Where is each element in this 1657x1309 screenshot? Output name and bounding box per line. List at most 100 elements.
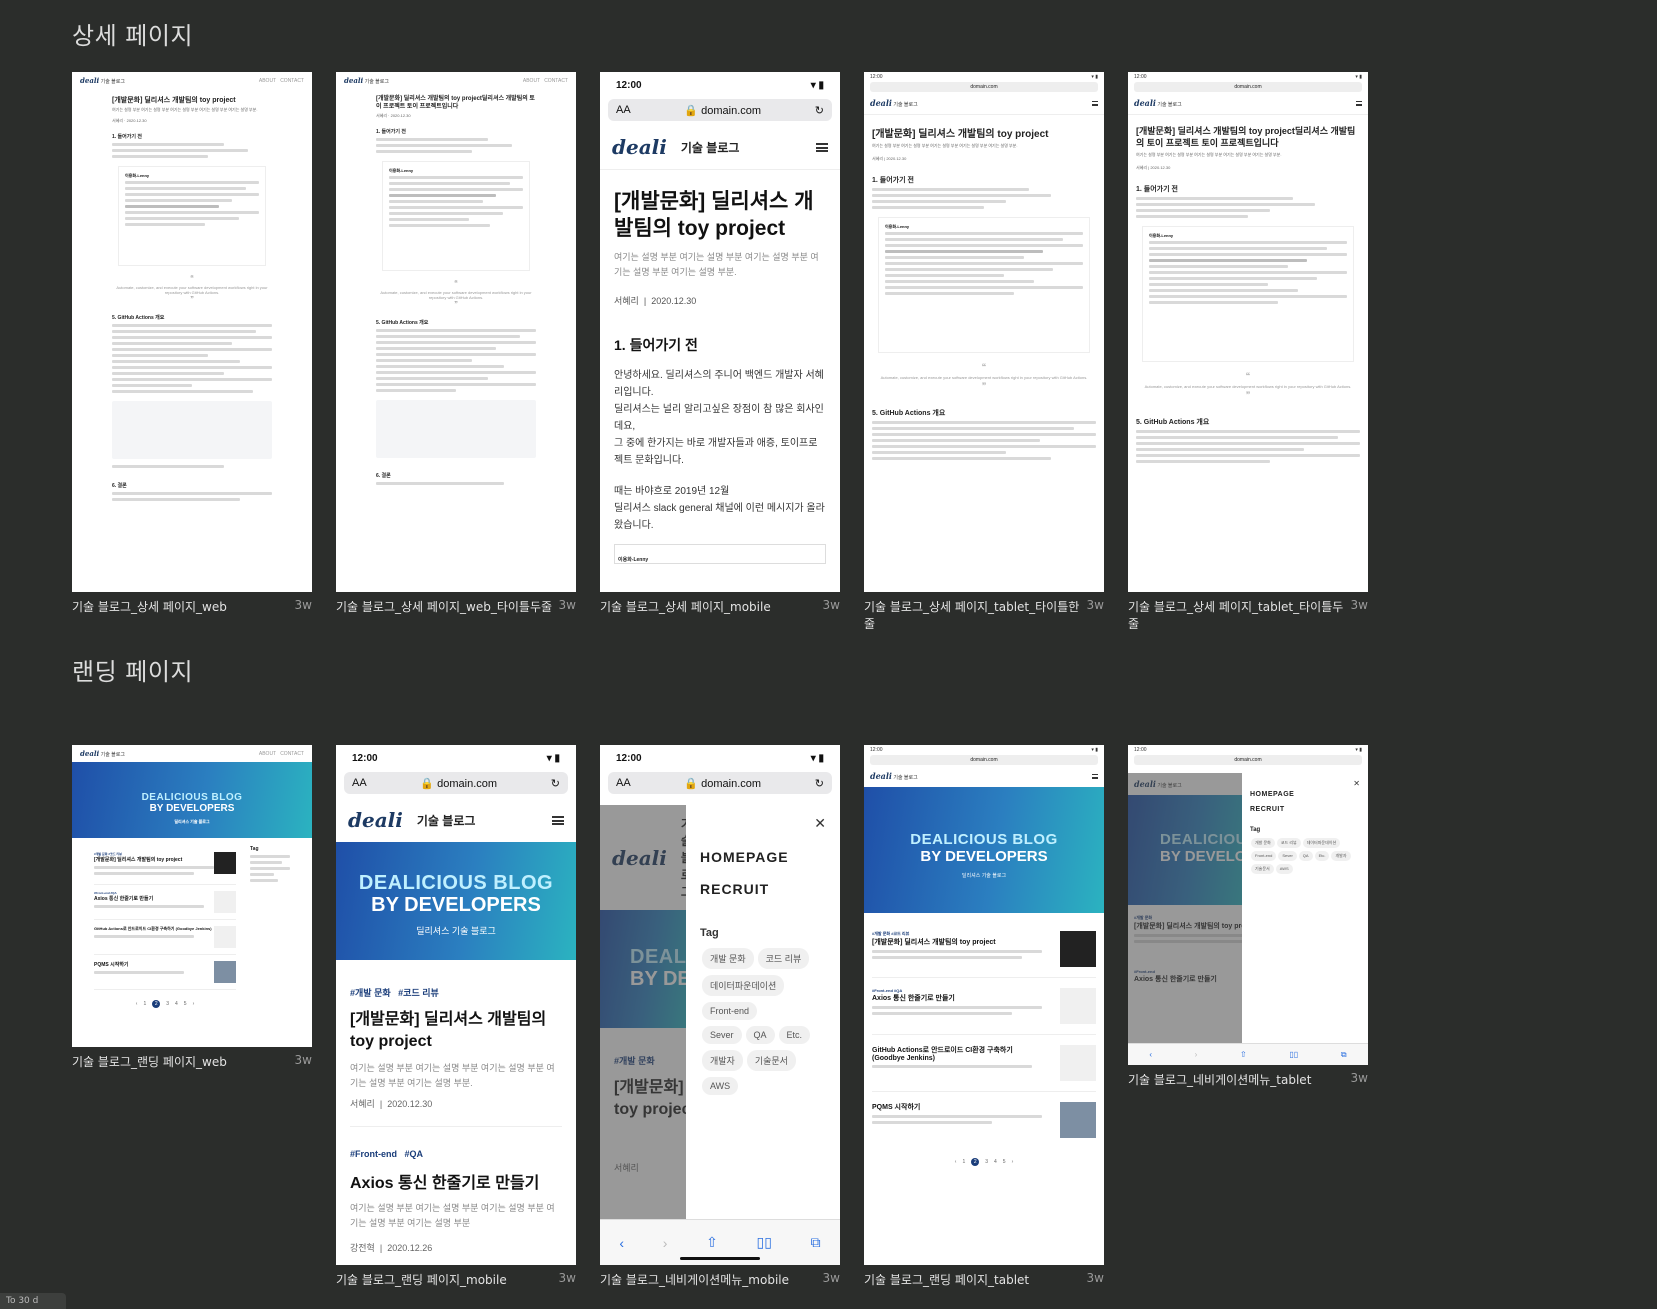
nav-recruit[interactable]: RECRUIT [1250,806,1360,813]
text-size-button[interactable]: AA [352,777,367,789]
post-thumbnail [214,852,236,874]
tag-chip[interactable]: QA [1298,851,1313,861]
post-title[interactable]: [개발문화] 딜리셔스 개발팀의 toy project [350,1009,562,1053]
close-icon[interactable]: ✕ [814,815,826,832]
text-size-button[interactable]: AA [616,777,631,789]
menu-icon[interactable] [552,815,564,825]
tabs-icon[interactable]: ⧉ [1341,1050,1347,1060]
tag-chip[interactable]: Front-end [702,1002,758,1020]
status-time: 12:00 [616,80,642,91]
frame-caption[interactable]: 기술 블로그_네비게이션메뉴_mobile 3w [600,1271,840,1288]
logo[interactable]: deali [348,808,403,832]
forward-icon[interactable]: › [663,1235,668,1251]
frame-caption[interactable]: 기술 블로그_상세 페이지_mobile 3w [600,598,840,615]
url-text: domain.com [437,777,498,790]
home-indicator [680,1257,760,1260]
blog-name: 기술 블로그 [893,775,918,781]
reload-icon[interactable]: ↻ [815,777,824,790]
nav-drawer: ✕ HOMEPAGE RECRUIT Tag 개발 문화 코드 리뷰 데이터파운데이… [1242,773,1368,1043]
menu-icon[interactable] [1092,773,1098,779]
frame-thumbnail[interactable]: 12:00▾ ▮ AA 🔒 domain.com ↻ deali기술 블로그 DEA… [600,745,840,1265]
pagination[interactable]: ‹ 1 2 3 4 5 › [94,1000,236,1008]
frame-thumbnail[interactable]: 12:00 ▾ ▮ AA 🔒 domain.com ↻ deali 기술 블로그 [개… [600,72,840,592]
bookmarks-icon[interactable]: ▯▯ [1289,1050,1298,1059]
tag-chip[interactable]: 개발자 [1331,851,1351,861]
post-item[interactable]: GitHub Actions로 안드로이드 CI환경 구축하기 (Goodbye… [872,1035,1096,1092]
frame-caption[interactable]: 기술 블로그_네비게이션메뉴_tablet 3w [1128,1071,1368,1088]
tag-chip[interactable]: 기술문서 [746,1050,796,1071]
tag-chip[interactable]: 코드 리뷰 [757,948,810,969]
post-tags[interactable]: #개발 문화 #코드 리뷰 [350,986,562,999]
nav-homepage[interactable]: HOMEPAGE [1250,791,1360,798]
url-bar[interactable]: AA 🔒 domain.com ↻ [344,772,568,794]
tag-chip[interactable]: Etc. [778,1026,811,1044]
text-size-button[interactable]: AA [616,104,631,116]
url-bar[interactable]: AA 🔒 domain.com ↻ [608,772,832,794]
frame-thumbnail[interactable]: deali 기술 블로그 ABOUT CONTACT [개발문화] 딜리셔스 개… [336,72,576,592]
post-desc: 여기는 설명 부분 여기는 설명 부분 여기는 설명 부분 여기는 설명 부분 … [350,1203,555,1228]
bottom-tab[interactable]: To 30 d [0,1293,66,1309]
section-heading: 5. GitHub Actions 개요 [872,410,946,417]
forward-icon[interactable]: › [1195,1050,1198,1059]
tag-chip[interactable]: 기술문서 [1251,864,1274,874]
tag-chip[interactable]: Sever [1278,851,1297,861]
url-bar[interactable]: domain.com [1134,755,1362,765]
tag-chip[interactable]: 데이터파운데이션 [702,975,785,996]
nav-homepage[interactable]: HOMEPAGE [700,849,826,865]
frame-thumbnail[interactable]: 12:00 ▾ ▮ AA 🔒 domain.com ↻ deali 기술 블로그 DE… [336,745,576,1265]
tag-chip[interactable]: Front-end [1251,851,1277,861]
back-icon[interactable]: ‹ [1149,1050,1152,1059]
tag-chip[interactable]: 코드 리뷰 [1276,838,1301,848]
frame-caption[interactable]: 기술 블로그_랜딩 페이지_tablet 3w [864,1271,1104,1288]
tag-chip[interactable]: 개발 문화 [702,948,754,969]
url-bar[interactable]: AA 🔒 domain.com ↻ [608,99,832,121]
frame-thumbnail[interactable]: deali 기술 블로그 ABOUT CONTACT [개발문화] 딜리셔스 개… [72,72,312,592]
frame-thumbnail[interactable]: 12:00▾ ▮ domain.com deali 기술 블로그 DEALICI… [864,745,1104,1265]
share-icon[interactable]: ⇧ [1240,1050,1247,1059]
menu-icon[interactable] [1356,100,1362,106]
post-item[interactable]: GitHub Actions로 안드로이드 CI환경 구축하기 (Goodbye… [94,920,236,955]
date: 2020.12.30 [390,113,411,118]
frame-thumbnail[interactable]: 12:00 ▾ ▮ domain.com deali 기술 블로그 [개발문화] … [864,72,1104,592]
frame-caption[interactable]: 기술 블로그_상세 페이지_tablet_타이틀두줄 3w [1128,598,1368,632]
post-item[interactable]: PQMS 시작하기 [872,1092,1096,1148]
logo[interactable]: deali [612,135,667,159]
bookmarks-icon[interactable]: ▯▯ [756,1234,771,1251]
reload-icon[interactable]: ↻ [551,777,560,790]
frame-thumbnail[interactable]: deali 기술 블로그 ABOUT CONTACT DEALICIOUS BL… [72,745,312,1047]
pagination[interactable]: ‹ 1 2 3 4 5 › [872,1158,1096,1166]
close-icon[interactable]: ✕ [1353,779,1360,788]
post-item[interactable]: #개발 문화 #코드 리뷰 [개발문화] 딜리셔스 개발팀의 toy projec… [94,846,236,885]
tag-chip[interactable]: AWS [702,1077,739,1095]
tabs-icon[interactable]: ⧉ [811,1234,821,1251]
back-icon[interactable]: ‹ [619,1235,624,1251]
frame-caption[interactable]: 기술 블로그_랜딩 페이지_web 3w [72,1053,312,1070]
tag-chip[interactable]: Sever [702,1026,742,1044]
tag-chip[interactable]: 개발 문화 [1251,838,1275,848]
share-icon[interactable]: ⇧ [706,1234,718,1251]
tag-chip[interactable]: AWS [1275,864,1293,874]
post-title[interactable]: Axios 통신 한줄기로 만들기 [350,1169,562,1193]
post-tags[interactable]: #Front-end #QA [350,1149,562,1159]
post-item[interactable]: #개발 문화 #코드 리뷰 [개발문화] 딜리셔스 개발팀의 toy projec… [872,921,1096,978]
url-bar[interactable]: domain.com [870,82,1098,92]
post-item[interactable]: PQMS 시작하기 [94,955,236,990]
menu-icon[interactable] [1092,100,1098,106]
frame-thumbnail[interactable]: 12:00 ▾ ▮ domain.com deali 기술 블로그 [개발문화] … [1128,72,1368,592]
frame-caption[interactable]: 기술 블로그_상세 페이지_tablet_타이틀한줄 3w [864,598,1104,632]
tag-chip[interactable]: Etc. [1314,851,1330,861]
url-bar[interactable]: domain.com [870,755,1098,765]
reload-icon[interactable]: ↻ [815,104,824,117]
tag-chip[interactable]: 개발자 [702,1050,743,1071]
frame-thumbnail[interactable]: 12:00▾ ▮ domain.com deali 기술 블로그 DEALICI… [1128,745,1368,1065]
post-item[interactable]: #Front-end #QA Axios 통신 한줄기로 만들기 [94,885,236,920]
frame-caption[interactable]: 기술 블로그_상세 페이지_web_타이틀두줄 3w [336,598,576,615]
tag-chip[interactable]: QA [745,1026,775,1044]
url-bar[interactable]: domain.com [1134,82,1362,92]
frame-caption[interactable]: 기술 블로그_랜딩 페이지_mobile 3w [336,1271,576,1288]
post-item[interactable]: #Front-end #QA Axios 통신 한줄기로 만들기 [872,978,1096,1035]
frame-caption[interactable]: 기술 블로그_상세 페이지_web 3w [72,598,312,615]
nav-recruit[interactable]: RECRUIT [700,881,826,897]
menu-icon[interactable] [816,142,828,152]
tag-chip[interactable]: 데이터파운데이션 [1302,838,1341,848]
